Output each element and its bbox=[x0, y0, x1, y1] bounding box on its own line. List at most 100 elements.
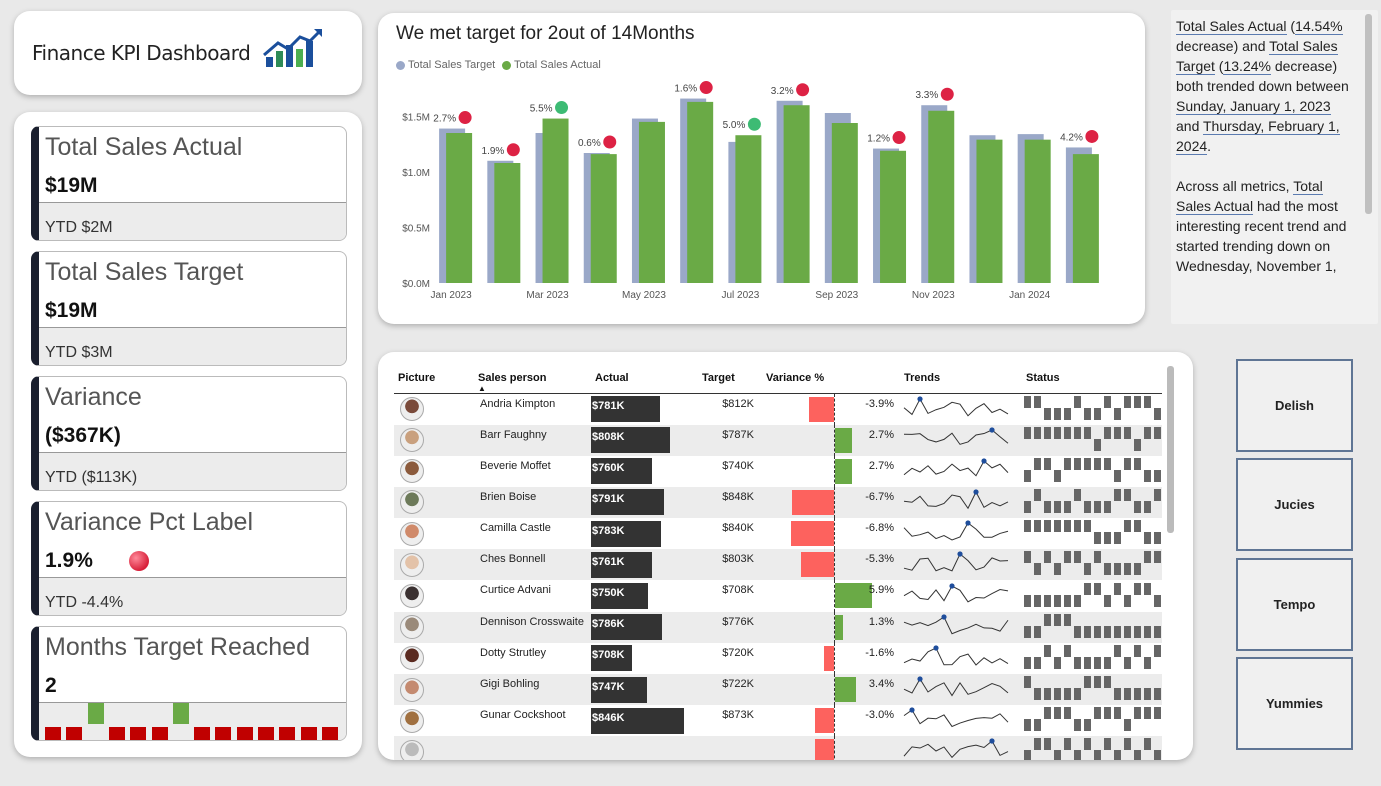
kpi-ytd: YTD ($113K) bbox=[39, 452, 346, 490]
status-strip bbox=[1024, 395, 1161, 420]
table-row[interactable] bbox=[394, 736, 1162, 760]
narrative-highlight: Total Sales Actual bbox=[1176, 18, 1287, 35]
narrative-highlight: 13.24% bbox=[1223, 58, 1271, 75]
variance-bar bbox=[800, 552, 834, 578]
narrative-paragraph: Total Sales Actual (14.54% decrease) and… bbox=[1176, 16, 1354, 156]
bar-actual[interactable] bbox=[783, 105, 810, 283]
bar-actual[interactable] bbox=[542, 118, 569, 283]
actual-bar: $791K bbox=[591, 489, 664, 516]
red-dot-icon bbox=[458, 111, 472, 125]
data-label: 1.2% bbox=[867, 134, 890, 145]
bar-actual[interactable] bbox=[1072, 154, 1099, 283]
variance-value: -6.8% bbox=[865, 522, 894, 535]
month-hit-marker bbox=[172, 703, 189, 724]
bar-actual[interactable] bbox=[638, 121, 665, 283]
column-header-label: Sales person bbox=[478, 372, 547, 385]
bar-actual[interactable] bbox=[831, 123, 858, 283]
actual-bar: $760K bbox=[591, 458, 652, 485]
table-row[interactable]: Brien Boise $791K $848K -6.7% bbox=[394, 486, 1162, 519]
variance-bar bbox=[791, 489, 834, 515]
slicer-button-jucies[interactable]: Jucies bbox=[1236, 458, 1353, 551]
target-value: $787K bbox=[698, 424, 762, 456]
table-row[interactable]: Gunar Cockshoot $846K $873K -3.0% bbox=[394, 705, 1162, 737]
target-value: $803K bbox=[698, 549, 762, 581]
month-hit-marker bbox=[87, 703, 104, 724]
data-label: 1.9% bbox=[482, 146, 505, 157]
kpi-label: Total Sales Target bbox=[45, 258, 244, 286]
variance-bar bbox=[809, 396, 834, 422]
column-header-actual[interactable]: Actual bbox=[591, 364, 698, 394]
target-value bbox=[698, 736, 762, 760]
column-header-target[interactable]: Target bbox=[698, 364, 762, 394]
target-value: $708K bbox=[722, 584, 754, 597]
column-header-trends[interactable]: Trends bbox=[900, 364, 1022, 394]
status-strip bbox=[1024, 738, 1161, 760]
table-scrollbar[interactable] bbox=[1167, 366, 1174, 533]
data-label: 3.2% bbox=[771, 86, 794, 97]
variance-value: 2.7% bbox=[868, 459, 894, 472]
kpi-card-months-reached: Months Target Reached 2 bbox=[31, 626, 347, 741]
bar-actual[interactable] bbox=[880, 150, 907, 283]
column-header-status[interactable]: Status bbox=[1022, 364, 1162, 394]
narrative-scrollbar[interactable] bbox=[1365, 14, 1372, 214]
table-row[interactable]: Barr Faughny $808K $787K 2.7% bbox=[394, 424, 1162, 456]
bar-actual[interactable] bbox=[590, 154, 617, 283]
slicer-button-yummies[interactable]: Yummies bbox=[1236, 657, 1353, 750]
table-row[interactable]: Beverie Moffet $760K $740K 2.7% bbox=[394, 455, 1162, 487]
bar-actual[interactable] bbox=[687, 101, 714, 283]
bar-actual[interactable] bbox=[928, 110, 955, 284]
variance-bar bbox=[835, 583, 873, 609]
table-row[interactable]: Gigi Bohling $747K $722K 3.4% bbox=[394, 674, 1162, 706]
kpi-card-variance-pct: Variance Pct Label 1.9% YTD -4.4% bbox=[31, 501, 347, 616]
sales-person-name bbox=[474, 736, 591, 760]
table-row[interactable]: Dennison Crosswaite $786K $776K 1.3% bbox=[394, 611, 1162, 643]
column-header-picture[interactable]: Picture bbox=[394, 364, 474, 394]
x-tick-label: Jul 2023 bbox=[721, 290, 759, 301]
table-row[interactable]: Curtice Advani $750K $708K 5.9% bbox=[394, 580, 1162, 612]
dashboard-title: Finance KPI Dashboard bbox=[32, 41, 251, 65]
data-label: 0.6% bbox=[578, 138, 601, 149]
avatar bbox=[400, 646, 424, 671]
bar-actual[interactable] bbox=[735, 135, 762, 283]
target-value: $722K bbox=[698, 674, 762, 706]
variance-bar bbox=[835, 677, 857, 702]
variance-value: -3.0% bbox=[865, 709, 894, 722]
month-status-strip bbox=[39, 702, 346, 740]
table-row[interactable]: Andria Kimpton $781K $812K -3.9% bbox=[394, 393, 1162, 425]
narrative-text: Across all metrics, bbox=[1176, 178, 1294, 194]
trend-sparkline bbox=[903, 707, 1009, 728]
y-tick-label: $1.5M bbox=[402, 112, 430, 123]
sales-person-name: Brien Boise bbox=[474, 486, 591, 519]
trend-sparkline bbox=[903, 426, 1009, 445]
data-label: 5.0% bbox=[723, 120, 746, 131]
bar-actual[interactable] bbox=[446, 133, 473, 283]
bar-actual[interactable] bbox=[976, 139, 1003, 283]
actual-bar: $783K bbox=[591, 520, 661, 547]
variance-value: -6.7% bbox=[865, 490, 894, 503]
avatar bbox=[400, 521, 424, 546]
variance-bar bbox=[791, 521, 834, 547]
kpi-ytd: YTD $3M bbox=[39, 327, 346, 365]
target-value: $720K bbox=[722, 646, 754, 659]
table-row[interactable]: Camilla Castle $783K $840K -6.8% bbox=[394, 518, 1162, 550]
column-header-variance[interactable]: Variance % bbox=[762, 364, 900, 394]
red-dot-icon bbox=[506, 143, 520, 157]
red-dot-icon bbox=[940, 87, 954, 101]
narrative-text: Wednesday, November 1, bbox=[1176, 258, 1337, 274]
table-row[interactable]: Ches Bonnell $761K $803K -5.3% bbox=[394, 549, 1162, 581]
bar-actual[interactable] bbox=[1024, 139, 1051, 283]
status-strip bbox=[1024, 613, 1161, 638]
slicer-button-delish[interactable]: Delish bbox=[1236, 359, 1353, 452]
variance-value: -3.9% bbox=[865, 397, 894, 410]
data-label: 4.2% bbox=[1060, 132, 1083, 143]
zero-line bbox=[834, 705, 835, 737]
month-miss-marker bbox=[194, 727, 211, 740]
slicer-button-tempo[interactable]: Tempo bbox=[1236, 558, 1353, 651]
actual-bar: $761K bbox=[591, 551, 653, 578]
sales-person-name: Curtice Advani bbox=[480, 584, 551, 597]
bar-actual[interactable] bbox=[494, 163, 521, 283]
avatar bbox=[400, 677, 424, 702]
table-row[interactable]: Dotty Strutley $708K $720K -1.6% bbox=[394, 642, 1162, 674]
x-tick-label: Nov 2023 bbox=[912, 290, 955, 301]
column-header-sales-person[interactable]: Sales person ▲ bbox=[474, 364, 591, 394]
